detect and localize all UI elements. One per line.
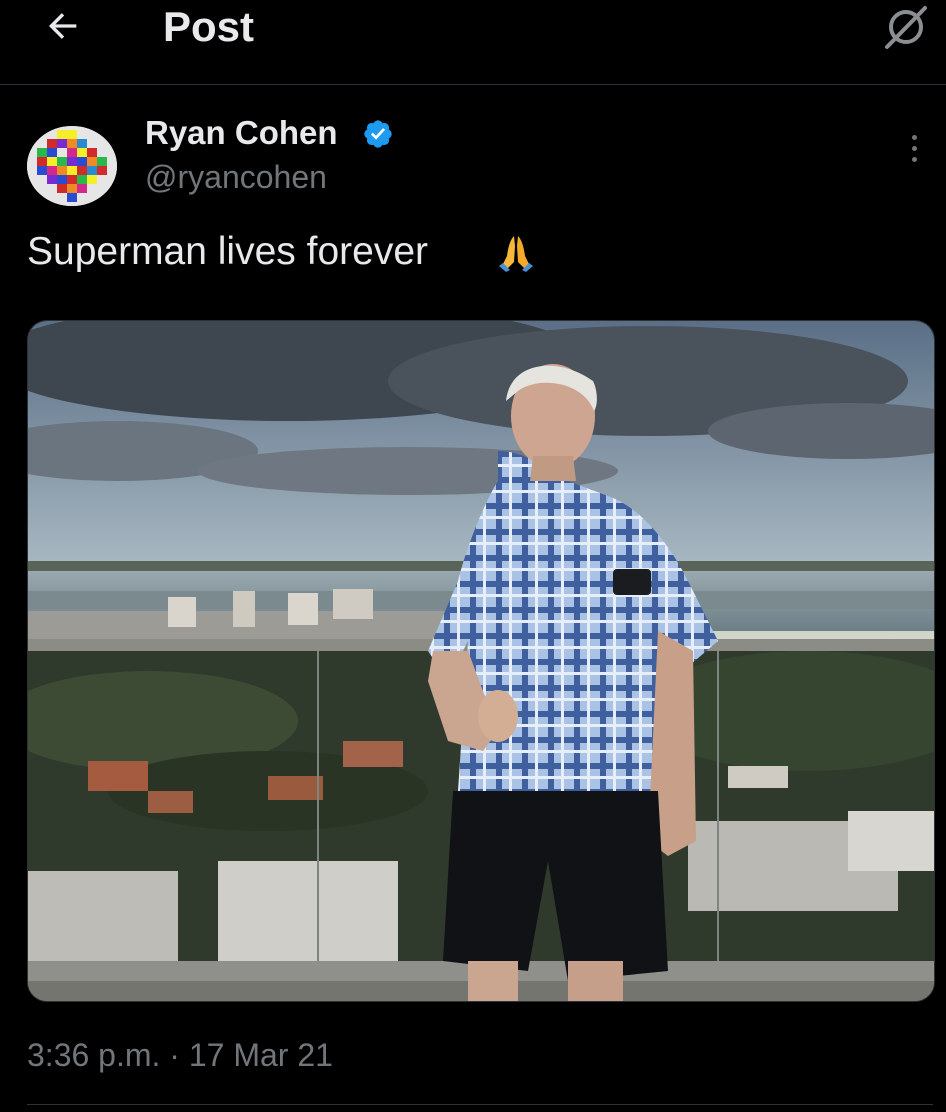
- more-options-button[interactable]: [896, 128, 932, 168]
- author-name[interactable]: Ryan Cohen: [145, 113, 338, 153]
- author-handle[interactable]: @ryancohen: [145, 157, 327, 197]
- grok-button[interactable]: [878, 2, 932, 52]
- post-text: Superman lives forever: [27, 230, 429, 273]
- top-bar: Post: [0, 0, 946, 85]
- page-title: Post: [163, 3, 255, 50]
- avatar[interactable]: [27, 126, 117, 206]
- divider: [27, 1104, 933, 1105]
- back-button[interactable]: [38, 4, 88, 48]
- more-dot-icon: [911, 145, 917, 151]
- post-timestamp[interactable]: 3:36 p.m. · 17 Mar 21: [27, 1034, 333, 1076]
- post-image[interactable]: [27, 320, 935, 1002]
- arrow-left-icon: [48, 13, 77, 39]
- photo-man-on-rooftop: [28, 321, 934, 1001]
- pixel-avatar-image: [27, 126, 117, 206]
- folded-hands-emoji: [499, 236, 533, 272]
- verified-badge-icon: [364, 120, 392, 148]
- grok-icon: [885, 6, 927, 49]
- more-dot-icon: [911, 134, 917, 140]
- more-dot-icon: [911, 156, 917, 162]
